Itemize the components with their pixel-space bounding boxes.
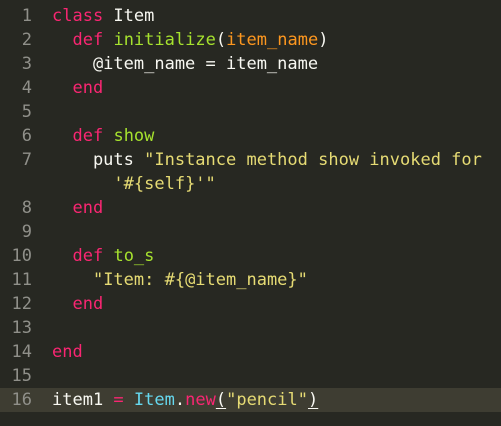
code-line[interactable]: 15	[0, 364, 501, 388]
code-token: '#{self}'"	[113, 174, 216, 194]
code-line[interactable]: 12 end	[0, 292, 501, 316]
code-token: Item	[103, 6, 155, 26]
line-number: 9	[21, 222, 32, 242]
code-token: new	[185, 390, 216, 410]
code-token: to_s	[113, 246, 155, 266]
code-line[interactable]: 10 def to_s	[0, 244, 501, 268]
code-token: "pencil"	[226, 390, 308, 410]
code-token: .	[174, 390, 186, 410]
code-token: Item	[133, 390, 175, 410]
code-line[interactable]: 4 end	[0, 76, 501, 100]
code-token: "Instance method show invoked for	[144, 150, 482, 170]
code-token: end	[52, 342, 83, 362]
code-token: @item_name = item_name	[52, 54, 319, 74]
line-code: item1 = Item.new("pencil")	[52, 388, 318, 412]
line-number: 2	[21, 30, 32, 50]
line-code: def show	[52, 124, 154, 148]
line-number: 4	[21, 78, 32, 98]
code-line[interactable]: 2 def initialize(item_name)	[0, 28, 501, 52]
code-token: def	[72, 30, 104, 50]
code-token: puts	[52, 150, 145, 170]
code-token: )	[318, 30, 329, 50]
code-token: )	[307, 390, 319, 410]
code-line[interactable]: 6 def show	[0, 124, 501, 148]
line-number: 8	[21, 198, 32, 218]
line-number: 1	[21, 6, 32, 26]
code-editor[interactable]: 1 class Item 2 def initialize(item_name) 3 …	[0, 0, 501, 426]
line-code: "Item: #{@item_name}"	[52, 268, 308, 292]
code-line[interactable]: 5	[0, 100, 501, 124]
line-number: 3	[21, 54, 32, 74]
line-code: class Item	[52, 4, 154, 28]
code-token: (	[215, 30, 227, 50]
line-number: 14	[11, 342, 32, 362]
line-number: 15	[11, 366, 32, 386]
line-number: 13	[11, 318, 32, 338]
code-line[interactable]: 8 end	[0, 196, 501, 220]
code-line[interactable]: 7 puts "Instance method show invoked for	[0, 148, 501, 172]
code-line[interactable]: 14 end	[0, 340, 501, 364]
line-number: 5	[21, 102, 32, 122]
line-code: end	[52, 196, 103, 220]
line-code: puts "Instance method show invoked for	[52, 148, 482, 172]
code-token: item1	[52, 390, 114, 410]
line-number: 12	[11, 294, 32, 314]
line-code: end	[52, 292, 103, 316]
line-number: 11	[11, 270, 32, 290]
code-line[interactable]: 9	[0, 220, 501, 244]
code-token: end	[72, 78, 104, 98]
code-token: end	[72, 294, 104, 314]
line-code: def to_s	[52, 244, 154, 268]
line-number: 10	[11, 246, 32, 266]
line-code: '#{self}'"	[52, 172, 216, 196]
code-token: =	[113, 390, 124, 410]
code-token: class	[52, 6, 104, 26]
code-token: initialize	[113, 30, 216, 50]
code-line[interactable]: '#{self}'"	[0, 172, 501, 196]
line-number: 6	[21, 126, 32, 146]
code-line[interactable]: 3 @item_name = item_name	[0, 52, 501, 76]
code-token: def	[72, 246, 104, 266]
line-code: @item_name = item_name	[52, 52, 318, 76]
code-token: end	[72, 198, 104, 218]
code-line[interactable]: 13	[0, 316, 501, 340]
code-token: item_name	[226, 30, 319, 50]
line-code: end	[52, 340, 83, 364]
current-code-line[interactable]: 16 item1 = Item.new("pencil")	[0, 388, 501, 412]
line-code: end	[52, 76, 103, 100]
code-token: "Item: #{@item_name}"	[92, 270, 308, 290]
code-token: def	[72, 126, 104, 146]
line-number: 7	[21, 150, 32, 170]
line-code: def initialize(item_name)	[52, 28, 328, 52]
code-line[interactable]: 11 "Item: #{@item_name}"	[0, 268, 501, 292]
line-number: 16	[11, 390, 32, 410]
code-token: (	[215, 390, 227, 410]
code-line[interactable]: 1 class Item	[0, 4, 501, 28]
code-token: show	[113, 126, 155, 146]
